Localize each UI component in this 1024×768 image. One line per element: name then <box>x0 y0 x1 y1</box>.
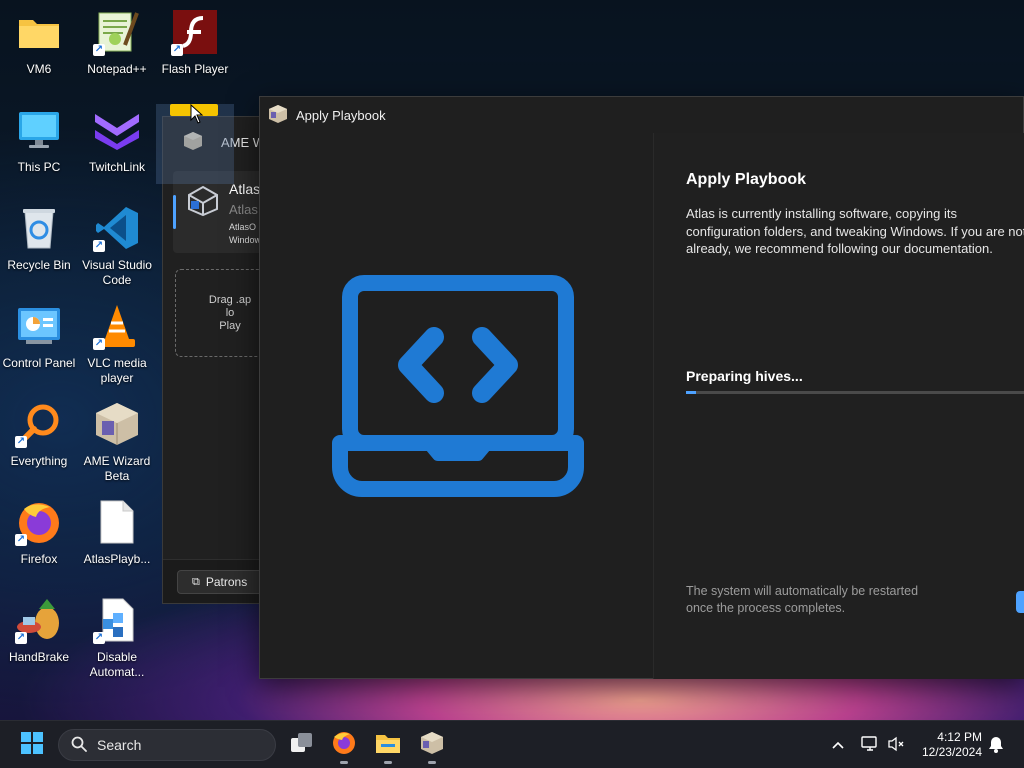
content-panel: Apply Playbook Atlas is currently instal… <box>653 133 1024 679</box>
desktop-icon-flash-player[interactable]: ↗ Flash Player <box>156 8 234 77</box>
external-link-icon: ⧉ <box>192 575 200 588</box>
vlc-icon: ↗ <box>93 302 141 350</box>
shortcut-arrow-icon: ↗ <box>93 44 105 56</box>
file-explorer-icon <box>375 732 401 759</box>
monitor-icon <box>15 106 63 154</box>
ame-wizard-icon <box>268 104 288 127</box>
task-view-button[interactable] <box>286 729 318 761</box>
taskbar-search[interactable]: Search <box>58 729 276 761</box>
twitchlink-icon <box>93 106 141 154</box>
file-icon <box>93 498 141 546</box>
search-placeholder: Search <box>97 737 142 753</box>
patrons-label: Patrons <box>205 575 248 589</box>
folder-icon <box>15 8 63 56</box>
desktop-icon-vlc[interactable]: ↗ VLC media player <box>78 302 156 386</box>
illustration-panel <box>260 133 653 679</box>
description-line: already, we recommend following our docu… <box>686 241 993 256</box>
task-view-icon <box>290 732 314 759</box>
desktop-icon-recycle-bin[interactable]: Recycle Bin <box>0 204 78 273</box>
desktop-icon-atlasplaybook-file[interactable]: AtlasPlayb... <box>78 498 156 567</box>
clock-time: 4:12 PM <box>937 730 982 744</box>
playbook-detail-2: Window <box>229 235 262 245</box>
show-hidden-icons-button[interactable] <box>828 735 848 755</box>
restart-notice: The system will automatically be restart… <box>686 583 918 617</box>
shortcut-arrow-icon: ↗ <box>93 240 105 252</box>
shortcut-arrow-icon: ↗ <box>93 338 105 350</box>
desktop-icon-this-pc[interactable]: This PC <box>0 106 78 175</box>
apply-playbook-window[interactable]: Apply Playbook Apply Playbook Atlas is c… <box>259 96 1024 679</box>
atlas-logo-icon <box>187 185 219 222</box>
everything-search-icon: ↗ <box>15 400 63 448</box>
sound-button[interactable] <box>886 735 906 755</box>
window-title: Apply Playbook <box>296 107 386 123</box>
description: Atlas is currently installing software, … <box>686 205 1024 258</box>
selection-indicator <box>173 195 176 229</box>
start-button[interactable] <box>16 729 48 761</box>
network-icon <box>861 735 879 755</box>
clock-date: 12/23/2024 <box>921 745 982 759</box>
desktop-icon-vscode[interactable]: ↗ Visual Studio Code <box>78 204 156 288</box>
taskbar-ame-wizard[interactable] <box>416 729 448 764</box>
apply-playbook-titlebar[interactable]: Apply Playbook <box>260 97 1023 133</box>
search-icon <box>71 736 87 755</box>
progress-bar-fill <box>686 391 697 394</box>
progress-bar <box>686 391 1024 394</box>
desktop-icon-disable-automatic[interactable]: ↗ Disable Automat... <box>78 596 156 680</box>
windows-start-icon <box>20 731 44 760</box>
page-title: Apply Playbook <box>686 171 807 188</box>
flash-player-icon: ↗ <box>171 8 219 56</box>
ame-wizard-icon <box>93 400 141 448</box>
running-indicator <box>384 761 392 764</box>
restart-notice-line: The system will automatically be restart… <box>686 584 919 598</box>
desktop-icon-ame-wizard[interactable]: AME Wizard Beta <box>78 400 156 484</box>
shortcut-arrow-icon: ↗ <box>15 632 27 644</box>
desktop-icon-firefox[interactable]: ↗ Firefox <box>0 498 78 567</box>
taskbar-file-explorer[interactable] <box>372 729 404 764</box>
recycle-bin-icon <box>15 204 63 252</box>
network-button[interactable] <box>860 735 880 755</box>
running-indicator <box>428 761 436 764</box>
firefox-icon: ↗ <box>15 498 63 546</box>
shortcut-arrow-icon: ↗ <box>15 436 27 448</box>
desktop-icon-control-panel[interactable]: Control Panel <box>0 302 78 371</box>
shortcut-arrow-icon: ↗ <box>15 534 27 546</box>
desktop-icon-vm6[interactable]: VM6 <box>0 8 78 77</box>
control-panel-icon <box>15 302 63 350</box>
desktop-icon-notepad-plus-plus[interactable]: ↗ Notepad++ <box>78 8 156 77</box>
notifications-button[interactable] <box>986 735 1006 755</box>
restart-notice-line: once the process completes. <box>686 601 846 615</box>
ame-wizard-icon <box>420 731 444 760</box>
playbook-detail-1: AtlasO <box>229 222 257 232</box>
desktop-icon-everything[interactable]: ↗ Everything <box>0 400 78 469</box>
progress-status: Preparing hives... <box>686 368 803 384</box>
handbrake-icon: ↗ <box>15 596 63 644</box>
description-line: Atlas is currently installing software, … <box>686 206 957 221</box>
running-indicator <box>340 761 348 764</box>
playbook-subtitle: Atlas <box>229 202 258 217</box>
volume-muted-icon <box>887 736 905 755</box>
next-button[interactable] <box>1016 591 1024 613</box>
desktop-icon-handbrake[interactable]: ↗ HandBrake <box>0 596 78 665</box>
script-file-icon: ↗ <box>93 596 141 644</box>
vscode-icon: ↗ <box>93 204 141 252</box>
taskbar: Search 4:12 PM 12/23/2024 <box>0 720 1024 768</box>
firefox-icon <box>331 730 357 761</box>
bell-icon <box>988 735 1004 756</box>
mouse-cursor-icon <box>190 103 204 129</box>
desktop-icon-twitchlink[interactable]: TwitchLink <box>78 106 156 175</box>
taskbar-clock[interactable]: 4:12 PM 12/23/2024 <box>912 730 982 760</box>
shortcut-arrow-icon: ↗ <box>93 632 105 644</box>
taskbar-firefox[interactable] <box>328 729 360 764</box>
chevron-up-icon <box>831 737 845 753</box>
notepad-plus-plus-icon: ↗ <box>93 8 141 56</box>
shortcut-arrow-icon: ↗ <box>171 44 183 56</box>
description-line: configuration folders, and tweaking Wind… <box>686 223 1024 239</box>
laptop-code-icon <box>332 275 584 502</box>
